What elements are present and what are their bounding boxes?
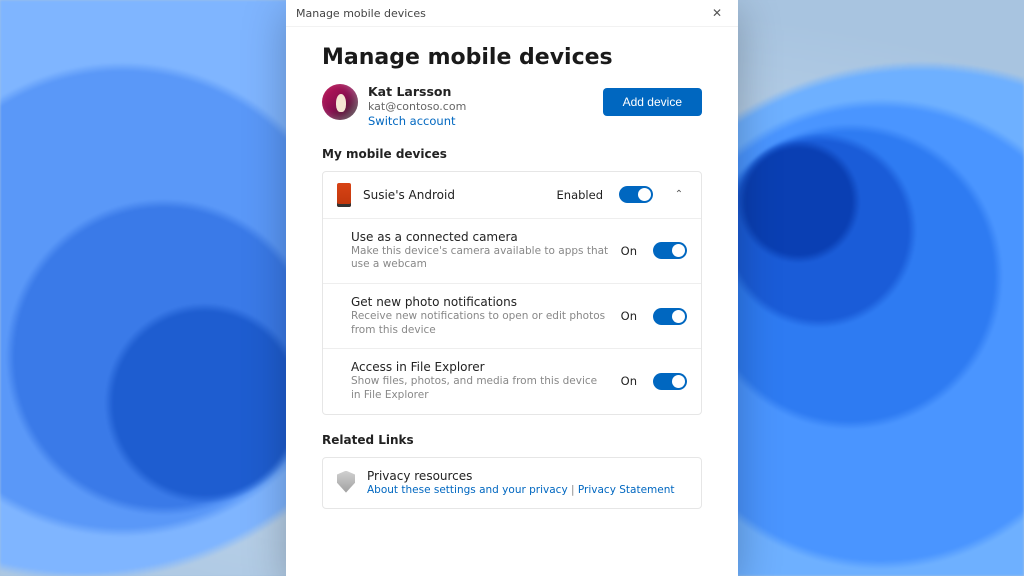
device-header-row[interactable]: Susie's Android Enabled ⌃ (323, 172, 701, 218)
privacy-resources-card[interactable]: Privacy resources About these settings a… (322, 457, 702, 510)
window-title: Manage mobile devices (296, 7, 426, 20)
setting-desc: Make this device's camera available to a… (351, 245, 609, 272)
setting-title: Use as a connected camera (351, 230, 609, 244)
setting-title: Get new photo notifications (351, 295, 609, 309)
device-name: Susie's Android (363, 188, 545, 202)
user-info: Kat Larsson kat@contoso.com Switch accou… (368, 84, 593, 129)
device-card: Susie's Android Enabled ⌃ Use as a conne… (322, 171, 702, 415)
setting-state: On (621, 374, 637, 388)
related-title: Privacy resources (367, 469, 687, 483)
avatar (322, 84, 358, 120)
setting-state: On (621, 309, 637, 323)
window-content: Manage mobile devices Kat Larsson kat@co… (286, 27, 738, 576)
manage-devices-window: Manage mobile devices ✕ Manage mobile de… (286, 0, 738, 576)
user-name: Kat Larsson (368, 84, 593, 100)
setting-desc: Show files, photos, and media from this … (351, 375, 609, 402)
link-divider: | (568, 484, 578, 496)
setting-connected-camera: Use as a connected camera Make this devi… (323, 218, 701, 283)
setting-title: Access in File Explorer (351, 360, 609, 374)
setting-photo-notifications: Get new photo notifications Receive new … (323, 283, 701, 348)
close-icon[interactable]: ✕ (706, 4, 728, 22)
related-section-header: Related Links (322, 433, 702, 447)
chevron-up-icon[interactable]: ⌃ (671, 189, 687, 200)
phone-icon (337, 183, 351, 207)
add-device-button[interactable]: Add device (603, 88, 702, 116)
privacy-statement-link[interactable]: Privacy Statement (578, 484, 675, 496)
file-explorer-toggle[interactable] (653, 373, 687, 390)
shield-icon (337, 471, 355, 493)
privacy-about-link[interactable]: About these settings and your privacy (367, 484, 568, 496)
window-titlebar: Manage mobile devices ✕ (286, 0, 738, 27)
photo-notif-toggle[interactable] (653, 308, 687, 325)
account-row: Kat Larsson kat@contoso.com Switch accou… (322, 84, 702, 129)
devices-section-header: My mobile devices (322, 147, 702, 161)
setting-file-explorer: Access in File Explorer Show files, phot… (323, 348, 701, 413)
user-email: kat@contoso.com (368, 100, 593, 114)
setting-desc: Receive new notifications to open or edi… (351, 310, 609, 337)
setting-state: On (621, 244, 637, 258)
device-status: Enabled (557, 188, 603, 202)
camera-toggle[interactable] (653, 242, 687, 259)
switch-account-link[interactable]: Switch account (368, 114, 593, 128)
page-title: Manage mobile devices (322, 45, 702, 70)
device-enable-toggle[interactable] (619, 186, 653, 203)
